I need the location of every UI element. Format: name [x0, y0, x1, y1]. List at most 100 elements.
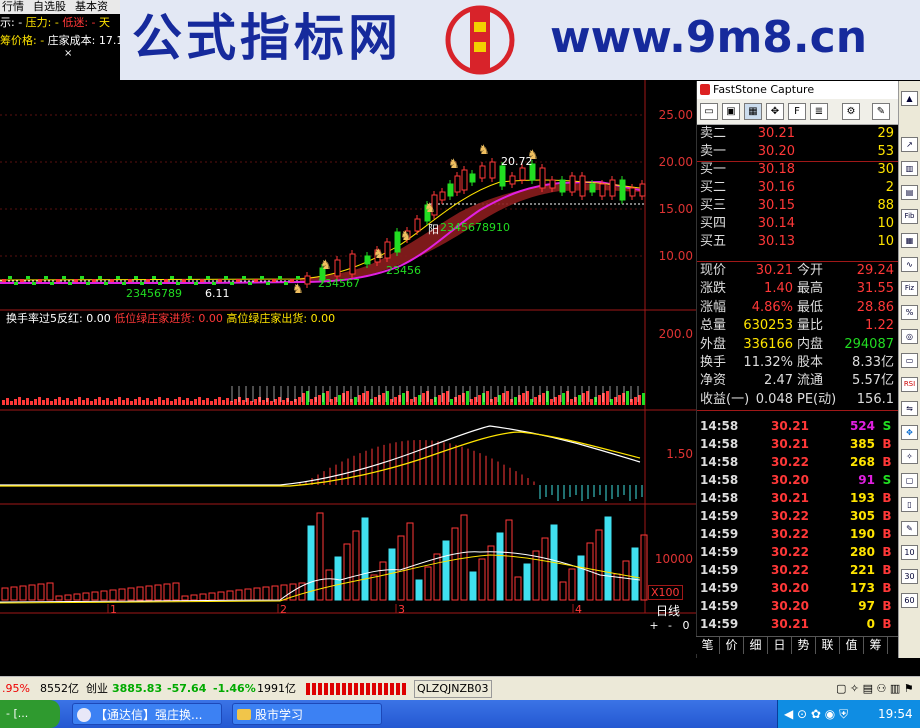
rsi-button[interactable]: RSI	[901, 377, 918, 392]
kline-icon[interactable]: ↗	[901, 137, 918, 152]
tick-time: 14:59	[700, 545, 739, 559]
tick-direction: B	[882, 509, 892, 523]
order-price: 30.14	[757, 216, 795, 231]
tray-icons: ◀ ⊙ ✿ ◉ ⛨	[784, 707, 849, 721]
tab-related[interactable]: 联	[816, 637, 840, 654]
kline-chart[interactable]	[0, 80, 696, 636]
zoom-in-button[interactable]: +	[646, 619, 662, 632]
volume-bar	[46, 582, 54, 601]
formula-code: QLZQJNZB03	[414, 680, 492, 698]
turnover-bar	[178, 397, 181, 405]
window-icon[interactable]: ▢	[901, 473, 918, 488]
grid-icon[interactable]: ▦	[901, 233, 918, 248]
candle	[206, 276, 210, 279]
stat-label-left: 换手	[700, 355, 727, 370]
order-volume: 2	[885, 180, 894, 195]
candle-icon[interactable]: ▤	[901, 185, 918, 200]
menu-item-fundamentals[interactable]: 基本资	[73, 0, 115, 14]
tick-volume: 280	[849, 545, 875, 559]
target-icon[interactable]: ◎	[901, 329, 918, 344]
draw-icon[interactable]: ✎	[901, 521, 918, 536]
tick-direction: B	[882, 455, 892, 469]
turnover-bar	[310, 399, 313, 405]
capture-region-icon[interactable]: ▦	[744, 103, 762, 120]
stat-label-left: 涨幅	[700, 299, 727, 315]
turnover-bar	[638, 395, 641, 405]
turnover-bar	[458, 395, 461, 405]
tab-price[interactable]: 价	[720, 637, 744, 654]
capture-freehand-icon[interactable]: ✥	[766, 103, 784, 120]
fib-button[interactable]: Fib	[901, 209, 918, 224]
zoom-reset-button[interactable]: 0	[678, 619, 694, 632]
turnover-bar	[22, 400, 25, 405]
zoom-out-button[interactable]: -	[662, 619, 678, 632]
tab-day[interactable]: 日	[768, 637, 792, 654]
percent-icon[interactable]: %	[901, 305, 918, 320]
capture-fullscreen-icon[interactable]: F	[788, 103, 806, 120]
tick-volume: 268	[849, 455, 875, 469]
fiz-button[interactable]: Fiz	[901, 281, 918, 296]
star-icon[interactable]: ✧	[901, 449, 918, 464]
period-60-button[interactable]: 60	[901, 593, 918, 608]
tab-detail[interactable]: 细	[744, 637, 768, 654]
turnover-bar	[618, 395, 621, 405]
volume-bar	[514, 576, 522, 601]
stat-value-left: 11.32%	[743, 355, 793, 370]
volume-bar	[451, 527, 459, 601]
stat-row: 净资 2.47 流通 5.57亿	[697, 372, 899, 390]
tab-value[interactable]: 值	[840, 637, 864, 654]
capture-object-icon[interactable]: ▣	[722, 103, 740, 120]
volume-bar	[469, 571, 477, 601]
tick-row: 14:59 30.20 173 B	[697, 579, 899, 597]
tick-price: 30.21	[771, 491, 809, 505]
period-30-button[interactable]: 30	[901, 569, 918, 584]
info-pressure: 压力: -	[25, 16, 59, 29]
info-chip-price: 筹价格: -	[0, 34, 45, 47]
candle	[152, 276, 156, 279]
turnover-bar	[258, 397, 261, 405]
price-axis-25: 25.00	[658, 108, 693, 122]
tick-price: 30.20	[771, 473, 809, 487]
close-icon[interactable]: ×	[64, 48, 72, 59]
taskbar-tdx-button[interactable]: 【通达信】强庄换...	[72, 703, 222, 725]
candle	[86, 282, 90, 285]
order-book-row: 卖一 30.20 53	[697, 143, 899, 161]
capture-scroll-icon[interactable]: ≣	[810, 103, 828, 120]
turnover-bar	[182, 400, 185, 405]
taskbar-folder-button[interactable]: 股市学习	[232, 703, 382, 725]
candle	[158, 282, 162, 285]
turnover-bar	[14, 399, 17, 405]
volume-bar	[370, 574, 378, 601]
tab-chips[interactable]: 筹	[864, 637, 888, 654]
period-label[interactable]: 日线	[656, 602, 680, 619]
menu-item-watchlist[interactable]: 自选股	[31, 0, 73, 14]
period-10-button[interactable]: 10	[901, 545, 918, 560]
curve-icon[interactable]: ∿	[901, 257, 918, 272]
tab-trades[interactable]: 笔	[696, 637, 720, 654]
bars-icon[interactable]: ▥	[901, 161, 918, 176]
chart-icon[interactable]: ▭	[901, 353, 918, 368]
turnover-bar	[530, 399, 533, 405]
editor-icon[interactable]: ✎	[872, 103, 890, 120]
turnover-bar	[50, 401, 53, 405]
menu-item-quotes[interactable]: 行情	[0, 0, 31, 14]
collapse-icon[interactable]: ▲	[901, 91, 918, 106]
candle	[56, 279, 60, 282]
market-pct: .95%	[2, 682, 30, 695]
volume-bar	[82, 592, 90, 601]
move-icon[interactable]: ✥	[901, 425, 918, 440]
link-icon[interactable]: ⇋	[901, 401, 918, 416]
start-button[interactable]: - [...	[0, 700, 60, 728]
volume-bar	[1, 587, 9, 601]
turnover-bar	[538, 395, 541, 405]
turnover-bar	[390, 399, 393, 405]
tab-trend[interactable]: 势	[792, 637, 816, 654]
book-icon[interactable]: ▯	[901, 497, 918, 512]
candle	[104, 282, 108, 285]
volume-bar	[271, 585, 279, 601]
turnover-bar	[398, 395, 401, 405]
settings-icon[interactable]: ⚙	[842, 103, 860, 120]
candle	[499, 165, 506, 187]
capture-window-icon[interactable]: ▭	[700, 103, 718, 120]
order-book-row: 买五 30.13 10	[697, 233, 899, 251]
